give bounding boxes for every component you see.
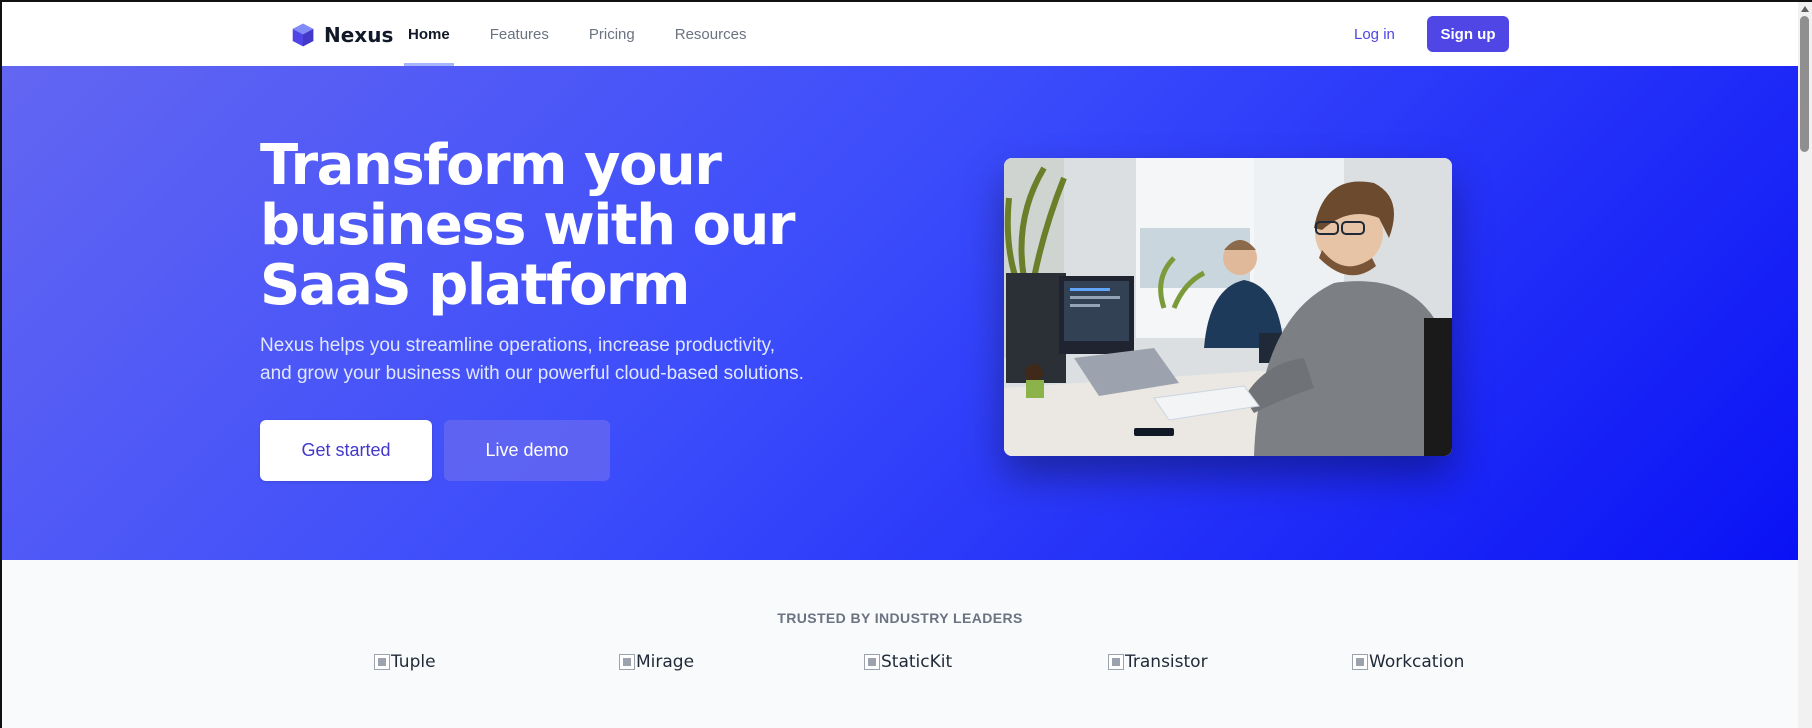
broken-image-icon xyxy=(1108,654,1124,670)
broken-image-icon xyxy=(619,654,635,670)
partner-logo-alt-text: Workcation xyxy=(1369,652,1465,672)
hero-section: Transform your business with our SaaS pl… xyxy=(2,66,1798,560)
partner-logo-alt-text: Tuple xyxy=(391,652,436,672)
hero-subtitle-line-1: Nexus helps you streamline operations, i… xyxy=(260,335,776,356)
scroll-up-arrow-icon[interactable] xyxy=(1801,6,1809,12)
trusted-by-heading: TRUSTED BY INDUSTRY LEADERS xyxy=(777,610,1023,626)
hero-image xyxy=(1004,158,1452,456)
partner-logo-transistor: Transistor xyxy=(1108,652,1208,672)
live-demo-button[interactable]: Live demo xyxy=(444,420,610,481)
main-nav: Home Features Pricing Resources xyxy=(404,2,786,66)
brand-logo-link[interactable]: Nexus xyxy=(290,22,393,48)
cube-icon xyxy=(292,23,314,47)
get-started-button[interactable]: Get started xyxy=(260,420,432,481)
partner-logo-alt-text: StaticKit xyxy=(881,652,953,672)
partner-logo-tuple: Tuple xyxy=(374,652,436,672)
signup-button[interactable]: Sign up xyxy=(1427,16,1509,52)
nav-link-resources[interactable]: Resources xyxy=(675,2,747,66)
partner-logo-mirage: Mirage xyxy=(619,652,694,672)
hero-subtitle-line-2: and grow your business with our powerful… xyxy=(260,363,804,384)
nav-link-features[interactable]: Features xyxy=(490,2,549,66)
scrollbar-thumb[interactable] xyxy=(1800,16,1809,152)
broken-image-icon xyxy=(1352,654,1368,670)
hero-title: Transform your business with our SaaS pl… xyxy=(260,133,796,318)
partner-logo-alt-text: Mirage xyxy=(636,652,695,672)
top-navbar: Nexus Home Features Pricing Resources Lo… xyxy=(2,2,1798,66)
office-workers-photo xyxy=(1004,158,1452,456)
hero-subtitle: Nexus helps you streamline operations, i… xyxy=(260,332,860,388)
broken-image-icon xyxy=(864,654,880,670)
vertical-scrollbar[interactable] xyxy=(1798,2,1812,728)
partner-logo-workcation: Workcation xyxy=(1352,652,1464,672)
nav-link-pricing[interactable]: Pricing xyxy=(589,2,635,66)
partner-logo-alt-text: Transistor xyxy=(1125,652,1208,672)
broken-image-icon xyxy=(374,654,390,670)
partner-logo-statickit: StaticKit xyxy=(864,652,952,672)
trusted-by-section: TRUSTED BY INDUSTRY LEADERS Tuple Mirage… xyxy=(2,560,1798,728)
nav-link-home[interactable]: Home xyxy=(404,2,454,66)
brand-name: Nexus xyxy=(324,23,394,47)
login-link[interactable]: Log in xyxy=(1354,26,1395,43)
